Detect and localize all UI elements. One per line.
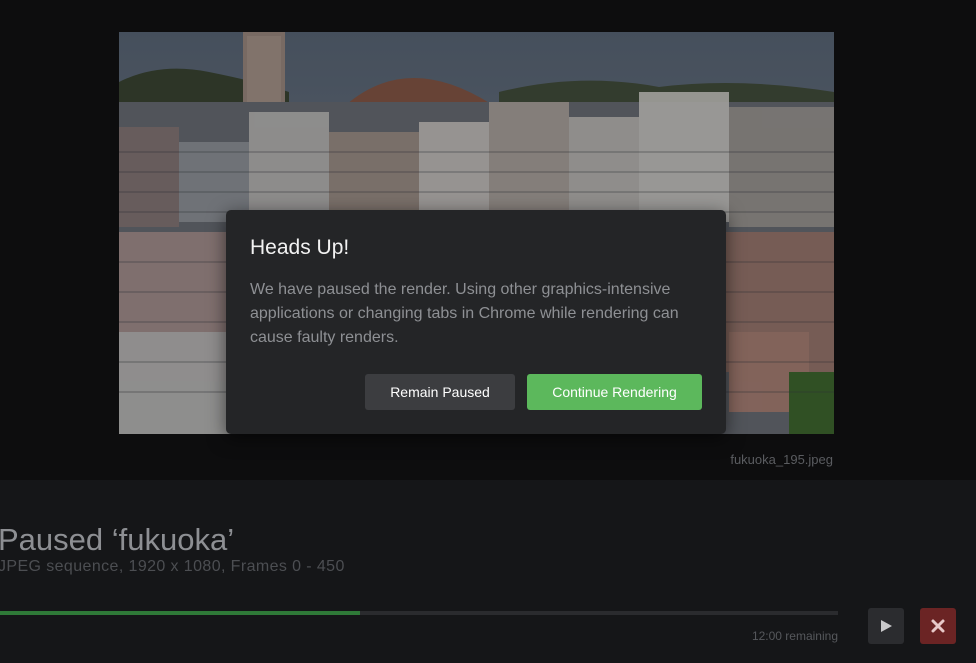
continue-rendering-button[interactable]: Continue Rendering [527,374,702,410]
modal-backdrop: Heads Up! We have paused the render. Usi… [0,0,976,663]
remain-paused-button[interactable]: Remain Paused [365,374,515,410]
dialog-title: Heads Up! [250,236,350,259]
dialog-message: We have paused the render. Using other g… [250,281,679,346]
paused-warning-dialog: Heads Up! We have paused the render. Usi… [226,210,726,434]
